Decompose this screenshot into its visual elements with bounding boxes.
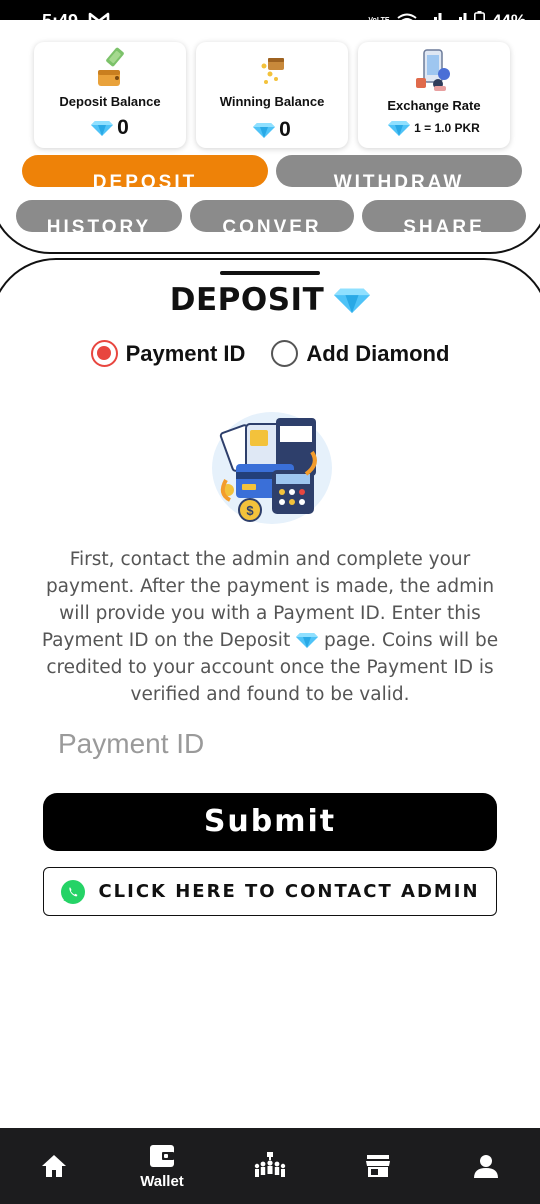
radio-payment-id[interactable]: Payment ID [90,340,246,367]
bottom-nav: Wallet [0,1128,540,1204]
tab-share-label: SHARE [403,217,485,232]
diamond-icon [91,121,114,136]
store-icon [366,1155,390,1177]
contact-admin-button[interactable]: CLICK HERE TO CONTACT ADMIN [43,867,497,916]
radio-payment-id-indicator[interactable] [90,340,118,367]
submit-button[interactable]: Submit [43,793,497,851]
contact-admin-label: CLICK HERE TO CONTACT ADMIN [98,881,480,902]
page-title: DEPOSIT [169,282,325,318]
diamond-icon [296,633,319,648]
diamond-icon [388,121,411,136]
svg-text:$: $ [246,503,254,518]
exchange-rate-value: 1 = 1.0 PKR [414,121,480,135]
radio-payment-id-label: Payment ID [125,340,246,366]
nav-leaderboard[interactable] [216,1128,324,1204]
whatsapp-icon [61,879,86,904]
tab-deposit[interactable]: DEPOSIT [22,155,268,187]
tab-history[interactable]: HISTORY [16,200,182,232]
tab-history-label: HISTORY [46,217,152,232]
tab-convert[interactable]: CONVER [190,200,354,232]
deposit-balance-title: Deposit Balance [59,94,161,109]
deposit-balance-value: 0 [117,116,129,139]
tab-withdraw[interactable]: WITHDRAW [276,155,522,187]
winning-balance-card: Winning Balance 0 [196,42,348,148]
exchange-rate-title: Exchange Rate [387,98,481,113]
home-icon [42,1155,66,1177]
wallet-panel: Deposit Balance 0 Winning Balance 0 Exch… [0,20,540,254]
radio-add-diamond[interactable]: Add Diamond [271,340,449,367]
nav-store[interactable] [324,1128,432,1204]
radio-add-diamond-label: Add Diamond [306,340,450,366]
winning-balance-value: 0 [279,118,291,141]
winning-balance-value-row: 0 [196,118,348,142]
payment-id-input[interactable] [58,722,488,766]
deposit-instructions: First, contact the admin and complete yo… [40,546,500,708]
deposit-sheet [0,258,540,1158]
team-trophy-icon [254,1152,286,1177]
exchange-phone-icon [416,49,450,91]
deposit-balance-card: Deposit Balance 0 [34,42,186,148]
coins-wallet-icon [261,58,284,84]
nav-home[interactable] [0,1128,108,1204]
wallet-icon [150,1144,174,1167]
winning-balance-title: Winning Balance [219,94,325,109]
payment-illustration: $ [212,412,332,524]
radio-add-diamond-indicator[interactable] [271,340,299,367]
sheet-drag-handle[interactable] [220,271,320,275]
diamond-icon [334,288,371,314]
nav-wallet[interactable]: Wallet [108,1128,216,1204]
profile-icon [474,1155,498,1178]
deposit-balance-value-row: 0 [34,116,186,140]
tab-deposit-label: DEPOSIT [92,172,198,187]
diamond-icon [253,123,276,138]
exchange-rate-card: Exchange Rate 1 = 1.0 PKR [358,42,510,148]
nav-profile[interactable] [432,1128,540,1204]
exchange-rate-value-row: 1 = 1.0 PKR [358,120,510,136]
wallet-money-icon [98,47,124,86]
tab-withdraw-label: WITHDRAW [333,172,465,187]
nav-wallet-label: Wallet [140,1172,184,1190]
page-title-row: DEPOSIT [0,282,540,318]
deposit-method-radio-group: Payment ID Add Diamond [0,340,540,367]
tab-convert-label: CONVER [222,217,322,232]
tab-share[interactable]: SHARE [362,200,526,232]
